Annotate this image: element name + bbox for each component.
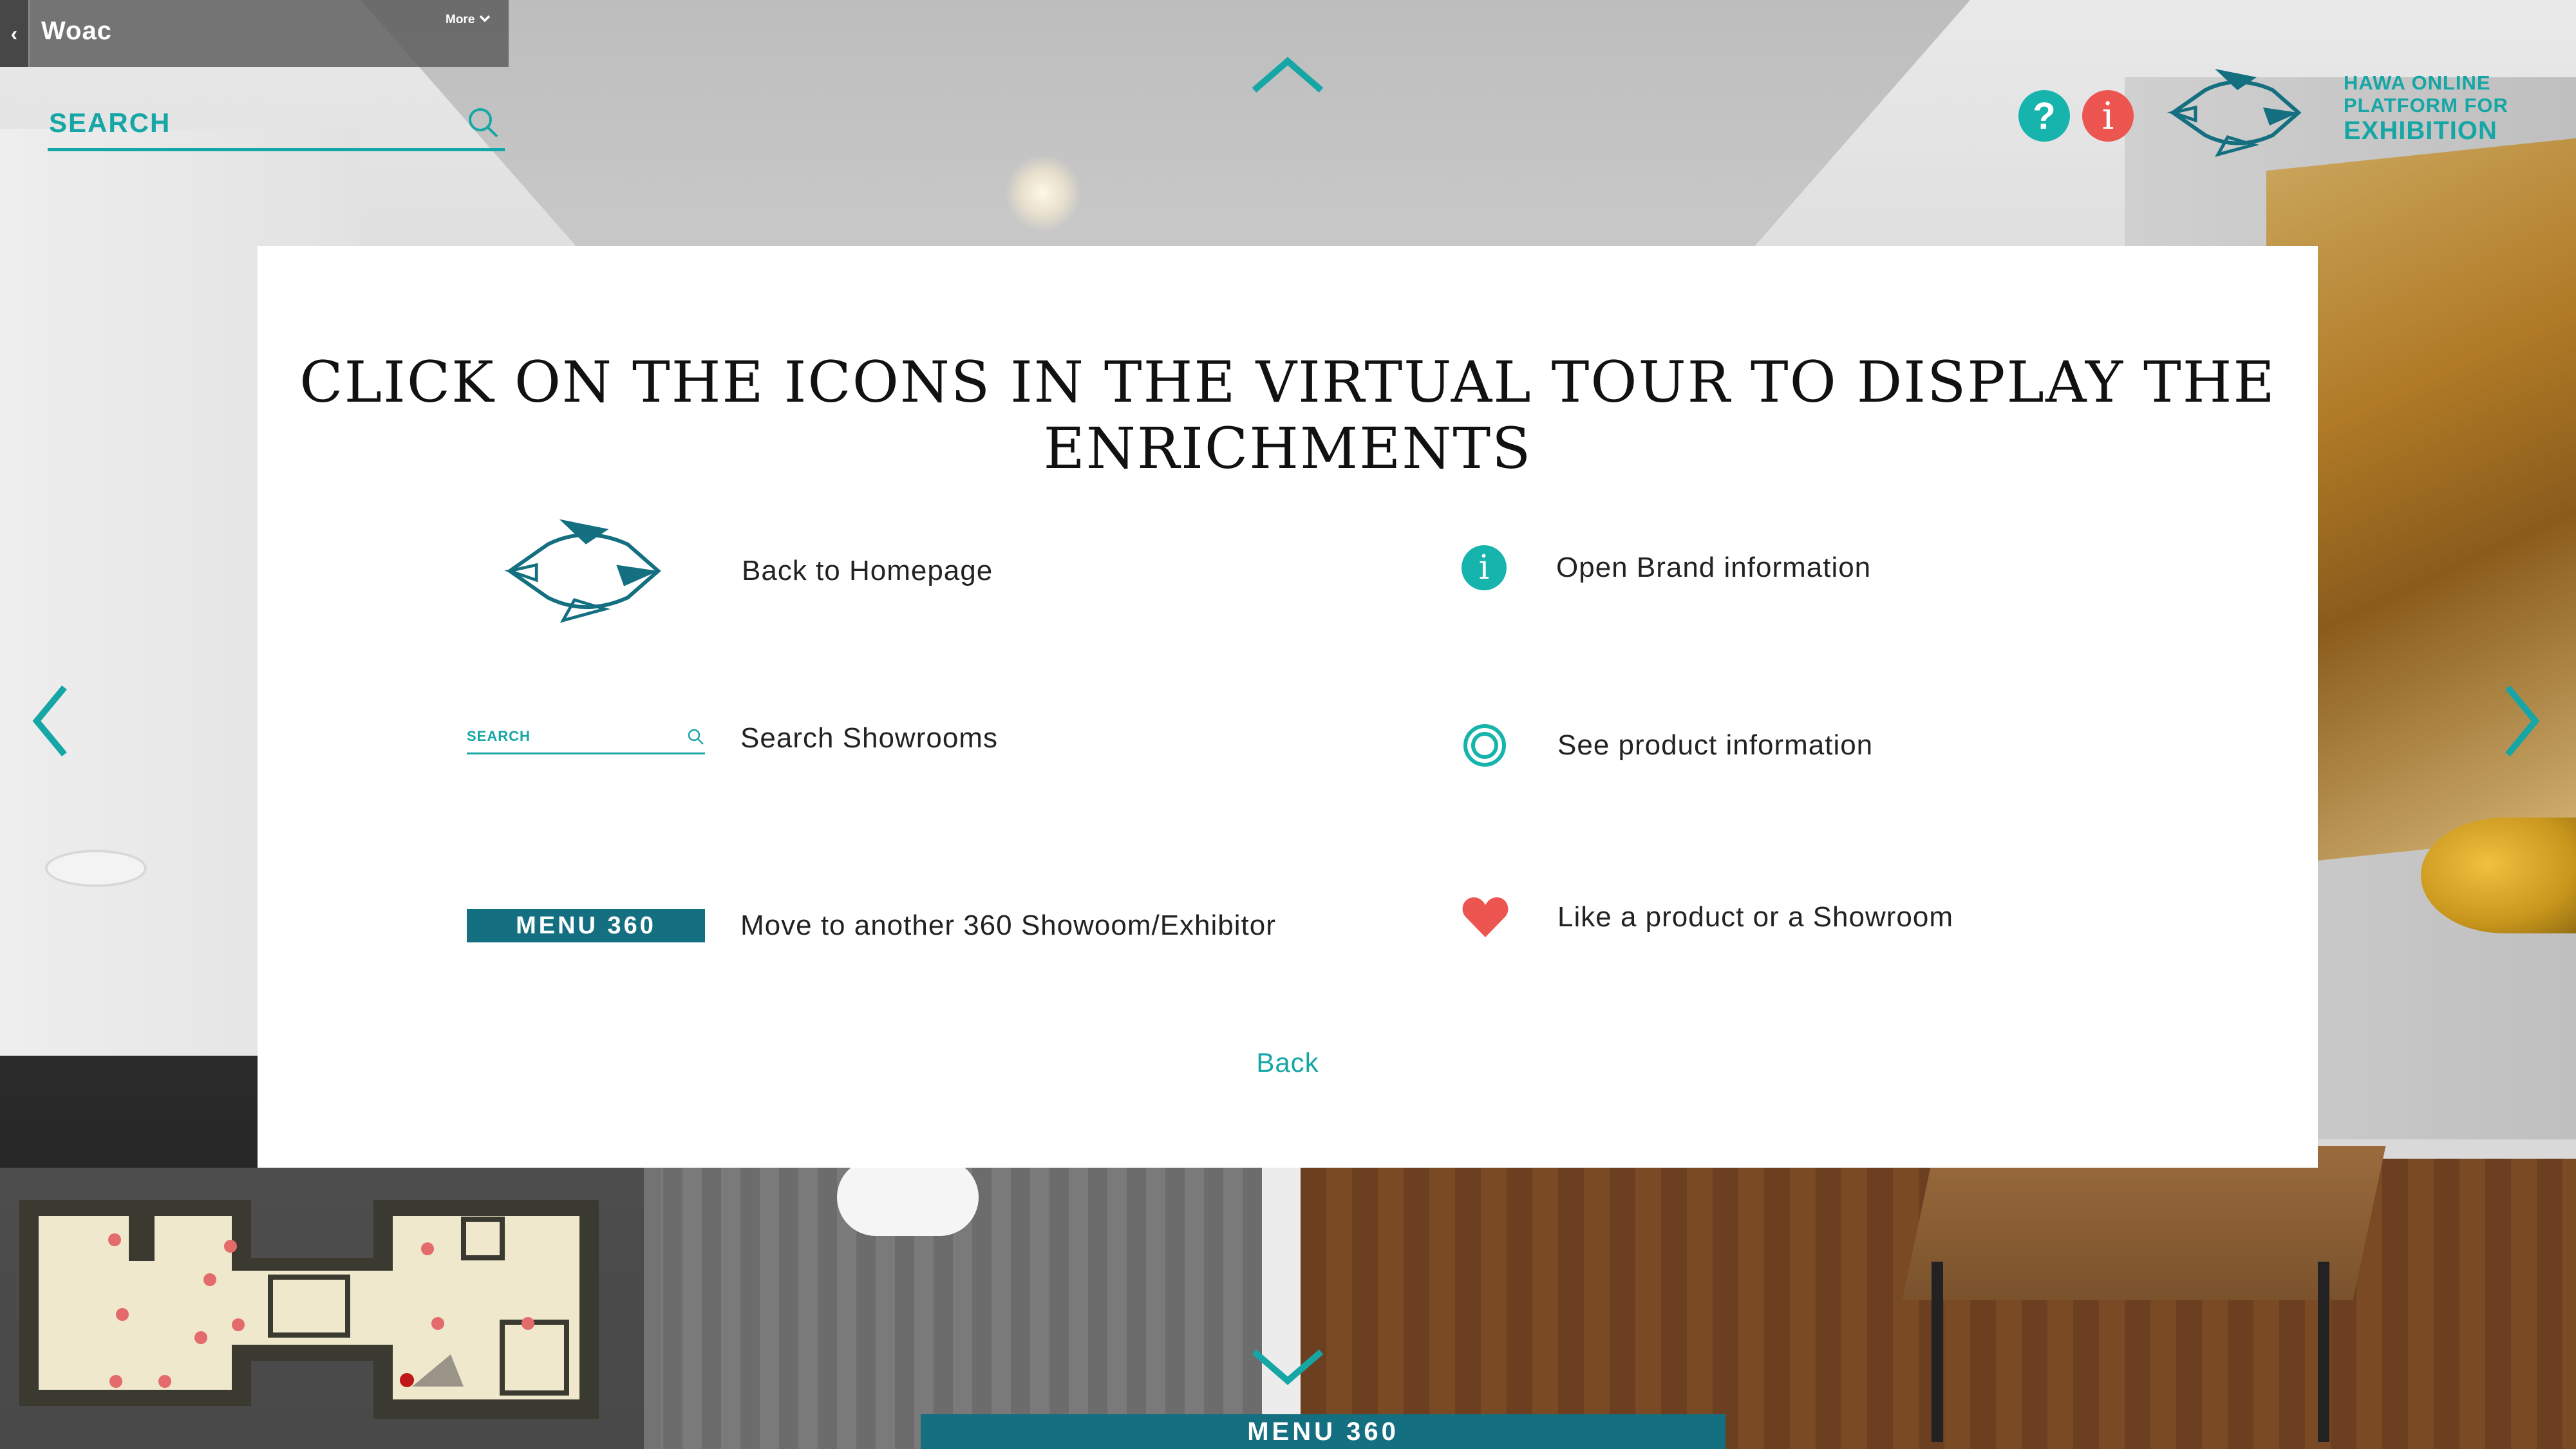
info-icon: i bbox=[2101, 94, 2114, 138]
chevron-down-nav-icon[interactable] bbox=[1249, 1342, 1326, 1394]
help-item-label: Back to Homepage bbox=[742, 555, 993, 586]
chevron-right-nav-icon[interactable] bbox=[2498, 682, 2543, 760]
floor-plan-icon bbox=[19, 1200, 599, 1419]
info-icon: i bbox=[1462, 545, 1507, 590]
info-button[interactable]: i bbox=[2082, 90, 2134, 142]
wooden-bench bbox=[1902, 1146, 2386, 1300]
help-item-label: Move to another 360 Showoom/Exhibitor bbox=[740, 910, 1276, 941]
help-item-label: See product information bbox=[1557, 729, 1874, 761]
help-item-brand-info: i Open Brand information bbox=[1462, 545, 1871, 590]
menu-360-button[interactable]: MENU 360 bbox=[921, 1414, 1725, 1449]
white-object bbox=[837, 1159, 979, 1236]
brand-line-1: HAWA ONLINE bbox=[2344, 71, 2491, 94]
help-item-search: SEARCH Search Showrooms bbox=[467, 722, 998, 754]
question-icon: ? bbox=[2033, 95, 2056, 137]
more-label: More bbox=[446, 13, 475, 26]
brand-line-3: EXHIBITION bbox=[2344, 117, 2497, 145]
chevron-left-nav-icon[interactable] bbox=[29, 682, 74, 760]
help-item-label: Search Showrooms bbox=[740, 722, 998, 754]
chevron-down-icon bbox=[479, 15, 490, 23]
search-icon bbox=[688, 729, 704, 745]
chevron-up-icon[interactable] bbox=[1249, 51, 1326, 103]
chevron-left-icon: ‹ bbox=[10, 21, 18, 45]
help-modal: CLICK ON THE ICONS IN THE VIRTUAL TOUR T… bbox=[258, 246, 2318, 1168]
search-icon[interactable] bbox=[464, 103, 502, 142]
help-item-label: Open Brand information bbox=[1556, 552, 1872, 583]
floor-divider bbox=[1262, 1159, 1301, 1449]
smoke-detector bbox=[45, 850, 147, 887]
help-button[interactable]: ? bbox=[2018, 90, 2070, 142]
ceiling-light bbox=[1004, 154, 1082, 232]
help-item-menu360: MENU 360 Move to another 360 Showoom/Exh… bbox=[467, 909, 1276, 942]
ceiling-panel bbox=[361, 0, 1970, 257]
title-bar: ‹ Woac More bbox=[0, 0, 509, 67]
showroom-title: Woac bbox=[41, 17, 112, 45]
bench-leg bbox=[1932, 1262, 1943, 1442]
help-item-product-info: See product information bbox=[1462, 722, 1873, 769]
mini-search-text: SEARCH bbox=[467, 727, 531, 744]
menu-360-button-icon: MENU 360 bbox=[467, 909, 705, 942]
heart-icon bbox=[1462, 897, 1509, 937]
hawa-logo-icon bbox=[504, 519, 661, 623]
ring-icon bbox=[1463, 724, 1506, 767]
search-box bbox=[48, 97, 505, 151]
floor-plan-minimap[interactable] bbox=[0, 1168, 661, 1449]
bench-leg bbox=[2318, 1262, 2329, 1442]
help-item-label: Like a product or a Showroom bbox=[1557, 901, 1953, 933]
more-menu-button[interactable]: More bbox=[446, 13, 491, 27]
back-link[interactable]: Back bbox=[258, 1047, 2318, 1078]
modal-title: CLICK ON THE ICONS IN THE VIRTUAL TOUR T… bbox=[299, 349, 2276, 481]
hawa-logo-icon[interactable] bbox=[2167, 61, 2308, 164]
brand-line-2: PLATFORM FOR bbox=[2344, 93, 2508, 117]
search-input[interactable] bbox=[48, 103, 449, 143]
back-chevron-button[interactable]: ‹ bbox=[0, 0, 30, 67]
brand-name: HAWA ONLINE PLATFORM FOR EXHIBITION bbox=[2344, 71, 2575, 145]
help-item-homepage: Back to Homepage bbox=[502, 510, 993, 632]
help-item-like: Like a product or a Showroom bbox=[1462, 896, 1953, 939]
search-field-icon: SEARCH bbox=[467, 723, 705, 754]
